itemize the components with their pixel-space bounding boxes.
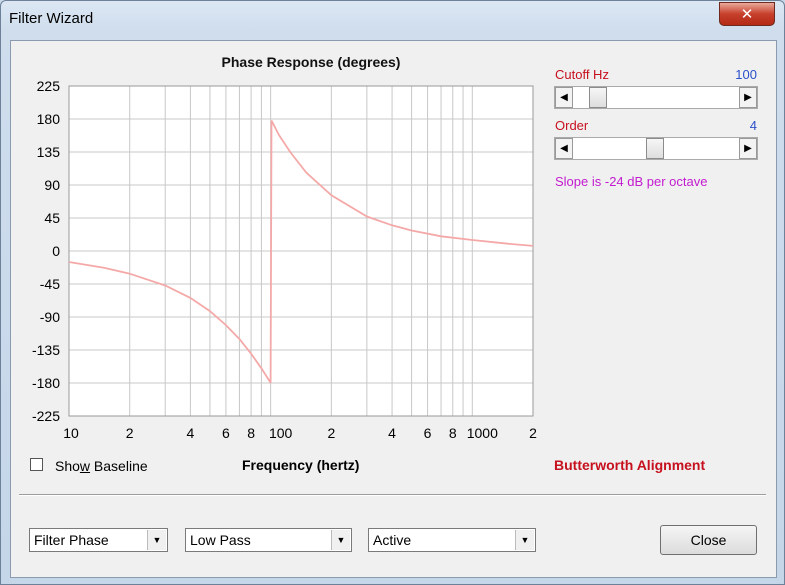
phase-response-chart: 225 180 135 90 45 0 -45 -90 -135 -180 -22510 2 4 6 8 10… xyxy=(32,78,537,441)
y-tick-label: -135 xyxy=(32,342,60,358)
x-tick-label: 10 xyxy=(63,425,79,441)
y-tick-label: 135 xyxy=(37,144,61,160)
cutoff-value: 100 xyxy=(735,67,757,82)
order-slider[interactable]: ◀ ▶ xyxy=(554,137,758,160)
window-close-button[interactable]: ✕ xyxy=(719,2,775,26)
dialog-client-area: Phase Response (degrees) 225 180 135 90 45 0-… xyxy=(10,40,777,578)
x-tick-label: 2 xyxy=(126,425,134,441)
divider xyxy=(19,494,766,496)
scroll-left-icon[interactable]: ◀ xyxy=(555,138,573,159)
cutoff-slider[interactable]: ◀ ▶ xyxy=(554,86,758,109)
close-icon: ✕ xyxy=(740,5,754,23)
y-tick-label: -45 xyxy=(40,276,60,292)
y-tick-label: 225 xyxy=(37,78,61,94)
y-tick-label: 180 xyxy=(37,111,61,127)
filter-mode-select[interactable]: Active ▼ xyxy=(368,528,536,552)
chevron-down-icon[interactable]: ▼ xyxy=(515,530,534,550)
x-tick-label: 2 xyxy=(529,425,537,441)
close-button[interactable]: Close xyxy=(660,525,757,555)
order-label: Order xyxy=(555,118,589,133)
order-value: 4 xyxy=(749,118,757,133)
chevron-down-icon[interactable]: ▼ xyxy=(147,530,166,550)
x-tick-label: 8 xyxy=(449,425,457,441)
display-select[interactable]: Filter Phase ▼ xyxy=(29,528,168,552)
y-tick-label: -180 xyxy=(32,375,60,391)
y-tick-label: -225 xyxy=(32,408,60,424)
slope-text: Slope is -24 dB per octave xyxy=(555,174,708,189)
cutoff-label: Cutoff Hz xyxy=(555,67,609,82)
order-slider-thumb[interactable] xyxy=(645,138,664,159)
x-tick-label: 2 xyxy=(327,425,335,441)
x-tick-label: 4 xyxy=(187,425,195,441)
x-tick-label: 1000 xyxy=(467,425,498,441)
filter-type-select[interactable]: Low Pass ▼ xyxy=(185,528,352,552)
y-tick-label: 0 xyxy=(52,243,60,259)
x-tick-label: 100 xyxy=(269,425,293,441)
chevron-down-icon[interactable]: ▼ xyxy=(331,530,350,550)
scroll-right-icon[interactable]: ▶ xyxy=(739,138,757,159)
scroll-right-icon[interactable]: ▶ xyxy=(739,87,757,108)
window-title: Filter Wizard xyxy=(9,10,94,27)
x-axis-label: Frequency (hertz) xyxy=(242,457,360,473)
x-tick-label: 8 xyxy=(247,425,255,441)
y-tick-label: 90 xyxy=(44,177,60,193)
y-tick-label: -90 xyxy=(40,309,60,325)
alignment-text: Butterworth Alignment xyxy=(554,457,706,473)
x-tick-label: 6 xyxy=(424,425,432,441)
x-tick-label: 4 xyxy=(388,425,396,441)
show-baseline-checkbox[interactable] xyxy=(30,458,43,471)
y-tick-label: 45 xyxy=(44,210,60,226)
x-tick-label: 6 xyxy=(222,425,230,441)
show-baseline-label[interactable]: Show Baseline xyxy=(55,458,148,474)
cutoff-slider-thumb[interactable] xyxy=(589,87,608,108)
filter-wizard-window: Filter Wizard ✕ Phase Response (degrees)… xyxy=(0,0,785,585)
scroll-left-icon[interactable]: ◀ xyxy=(555,87,573,108)
